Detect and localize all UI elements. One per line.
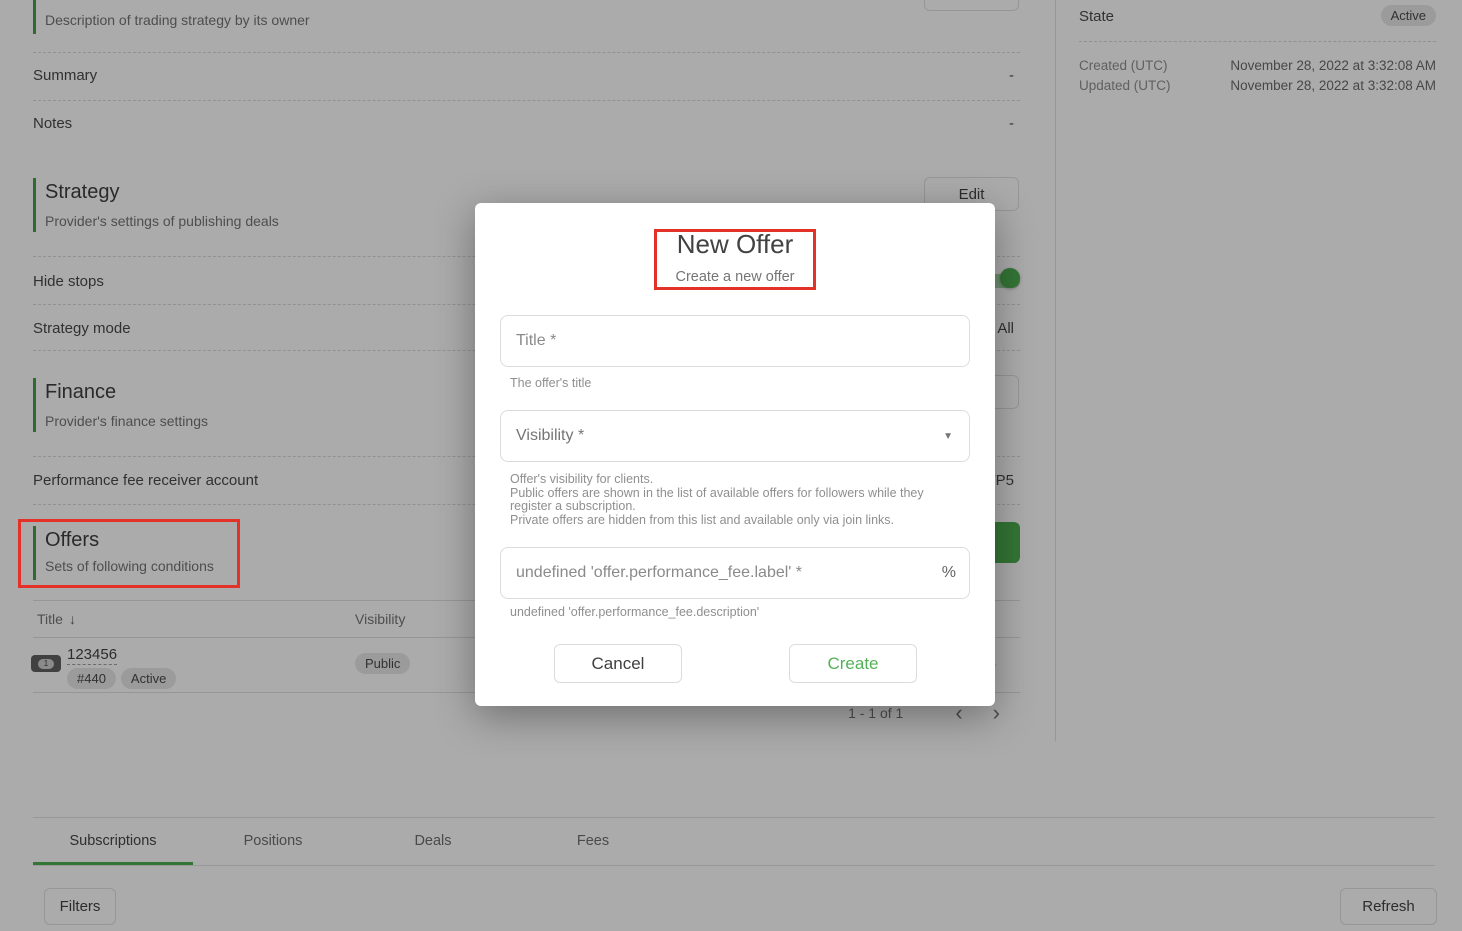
visibility-helper-line: register a subscription. [510,500,924,514]
new-offer-modal: New Offer Create a new offer The offer's… [475,203,995,706]
visibility-field-helper: Offer's visibility for clients. Public o… [510,473,924,527]
chevron-down-icon: ▼ [943,431,953,442]
create-button[interactable]: Create [789,644,917,683]
visibility-select-label: Visibility * [516,427,584,445]
title-field-helper: The offer's title [510,377,591,391]
visibility-helper-line: Private offers are hidden from this list… [510,514,924,528]
title-input[interactable] [500,315,970,367]
visibility-helper-line: Offer's visibility for clients. [510,473,924,487]
performance-fee-field-wrap: % [500,547,970,599]
visibility-select[interactable]: Visibility * ▼ [500,410,970,462]
visibility-helper-line: Public offers are shown in the list of a… [510,487,924,501]
performance-fee-input[interactable] [500,547,970,599]
cancel-button[interactable]: Cancel [554,644,682,683]
modal-subtitle: Create a new offer [475,269,995,285]
percent-suffix: % [942,564,956,582]
modal-title: New Offer [475,229,995,260]
title-field-wrap [500,315,970,367]
performance-fee-helper: undefined 'offer.performance_fee.descrip… [510,606,759,620]
